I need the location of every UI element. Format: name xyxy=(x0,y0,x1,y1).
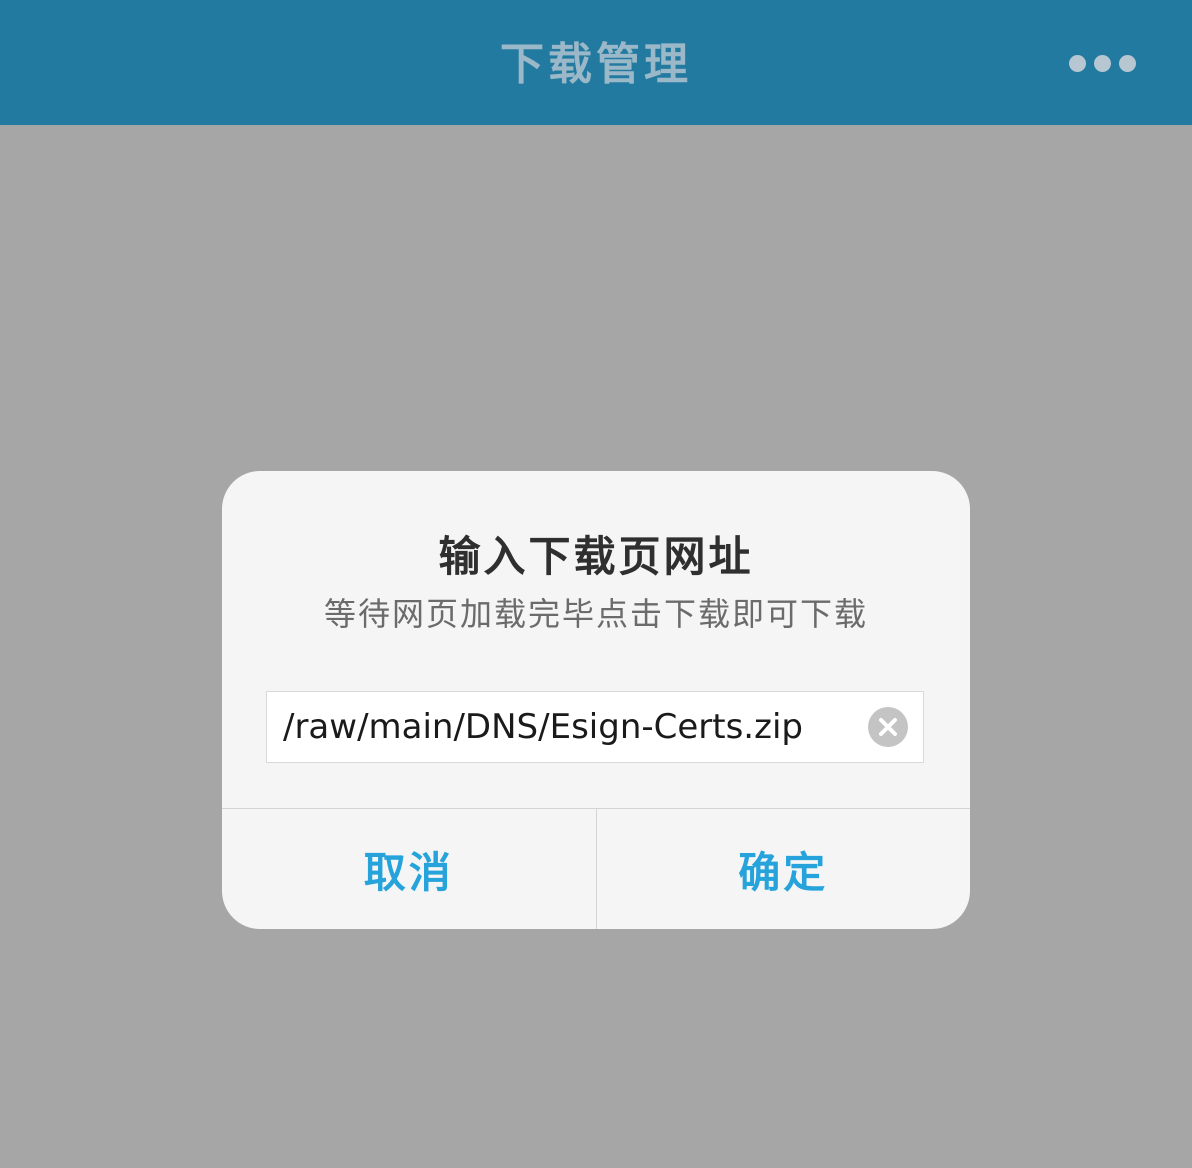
more-horizontal-icon xyxy=(1093,54,1111,72)
cancel-button[interactable]: 取消 xyxy=(222,809,597,929)
page-title: 下载管理 xyxy=(500,39,692,90)
more-horizontal-icon xyxy=(1068,54,1086,72)
url-dialog: 输入下载页网址 等待网页加载完毕点击下载即可下载 取消 确定 xyxy=(222,471,970,929)
navbar: 下载管理 xyxy=(0,0,1192,125)
clear-icon xyxy=(879,718,897,736)
dialog-subtitle: 等待网页加载完毕点击下载即可下载 xyxy=(323,595,868,633)
confirm-button[interactable]: 确定 xyxy=(597,809,971,929)
url-input[interactable] xyxy=(283,692,853,762)
dialog-title: 输入下载页网址 xyxy=(438,532,754,581)
url-field xyxy=(266,691,924,763)
dialog-button-row: 取消 确定 xyxy=(222,808,970,929)
screen: 下载管理 输入下载页网址 等待网页加载完毕点击下载即可下载 取消 确定 xyxy=(0,0,1192,1168)
more-horizontal-icon xyxy=(1118,54,1136,72)
clear-button[interactable] xyxy=(868,707,908,747)
more-button[interactable] xyxy=(1056,42,1148,84)
